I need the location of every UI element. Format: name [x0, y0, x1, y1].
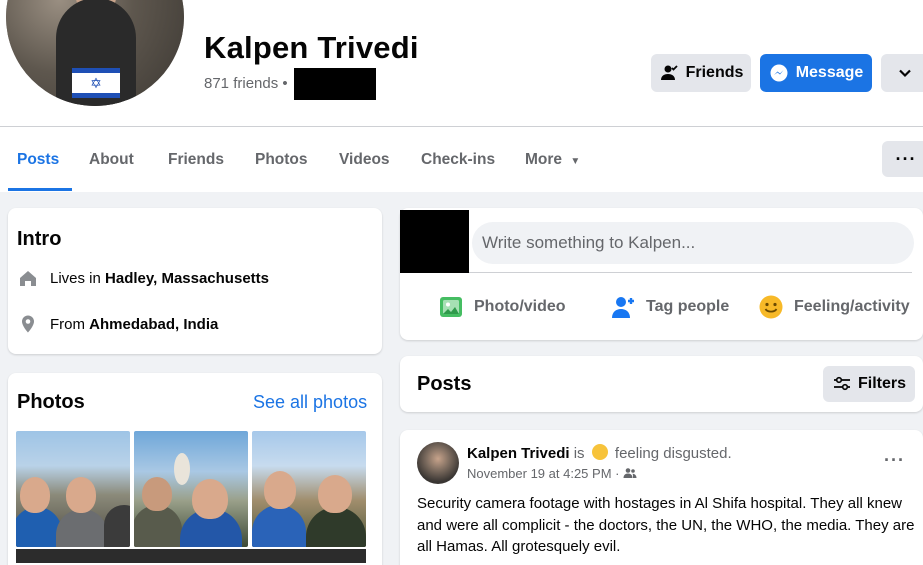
meta-separator: · — [615, 466, 620, 481]
messenger-icon — [769, 63, 789, 83]
tab-friends[interactable]: Friends — [168, 151, 224, 169]
friends-count[interactable]: 871 friends • — [204, 75, 288, 92]
photo-face — [318, 475, 352, 513]
tab-about[interactable]: About — [89, 151, 134, 169]
filters-button[interactable]: Filters — [823, 366, 915, 402]
tag-people-label: Tag people — [646, 298, 730, 315]
friends-button[interactable]: Friends — [651, 54, 751, 92]
tab-posts[interactable]: Posts — [17, 151, 59, 169]
photo-figure — [104, 505, 130, 547]
composer-divider — [412, 272, 912, 273]
posts-header-card: Posts Filters — [400, 356, 923, 412]
chevron-down-icon — [895, 63, 915, 83]
post-meta: November 19 at 4:25 PM · — [467, 466, 637, 481]
friends-button-label: Friends — [685, 64, 744, 81]
redaction-box — [400, 210, 469, 273]
message-button[interactable]: Message — [760, 54, 872, 92]
tab-videos[interactable]: Videos — [339, 151, 390, 169]
post-feeling: feeling disgusted. — [614, 445, 732, 462]
caret-down-icon: ▼ — [570, 156, 581, 167]
friends-audience-icon — [623, 467, 637, 479]
photo-video-label: Photo/video — [474, 298, 566, 315]
post-options-icon[interactable]: ··· — [884, 450, 905, 471]
from-prefix: From — [50, 315, 85, 333]
photo-face — [66, 477, 96, 513]
photo-icon — [438, 294, 464, 320]
separator: • — [282, 75, 288, 92]
post-author-avatar[interactable] — [417, 442, 459, 484]
lives-city[interactable]: Hadley, Massachusetts — [105, 270, 269, 287]
flag-icon: ✡ — [72, 68, 120, 98]
posts-title: Posts — [417, 373, 472, 395]
post-is-text: is — [573, 445, 585, 462]
active-tab-indicator — [8, 188, 72, 191]
photo-figure — [56, 509, 108, 547]
post-timestamp[interactable]: November 19 at 4:25 PM — [467, 466, 612, 481]
tab-more[interactable]: More ▼ — [525, 151, 580, 169]
tab-check-ins[interactable]: Check-ins — [421, 151, 495, 169]
intro-from-text: From Ahmedabad, India — [50, 316, 218, 333]
photo-face — [142, 477, 172, 511]
tabs-more-options-button[interactable]: ··· — [882, 141, 923, 177]
redaction-box — [294, 68, 376, 100]
profile-header: ✡ Kalpen Trivedi 871 friends • Friends M… — [0, 0, 923, 192]
lives-prefix: Lives in — [50, 269, 101, 287]
photo-figure — [306, 507, 366, 547]
feeling-icon — [758, 294, 784, 320]
post-composer: Photo/video Tag people Feeling/activity — [400, 208, 923, 340]
post-header-line: Kalpen Trivedi is feeling disgusted. — [467, 444, 732, 462]
friends-count-text: 871 friends — [204, 75, 279, 92]
tag-people-icon — [610, 294, 636, 320]
see-all-photos-link[interactable]: See all photos — [253, 392, 367, 413]
profile-avatar[interactable]: ✡ — [6, 0, 184, 106]
feeling-activity-button[interactable]: Feeling/activity — [758, 294, 910, 320]
feather-decoration — [174, 453, 190, 485]
home-icon — [18, 268, 38, 288]
intro-lives-text: Lives in Hadley, Massachusetts — [50, 270, 269, 287]
intro-title: Intro — [17, 228, 62, 250]
photo-video-button[interactable]: Photo/video — [438, 294, 566, 320]
photo-face — [192, 479, 228, 519]
intro-lives-in: Lives in Hadley, Massachusetts — [18, 268, 269, 288]
ellipsis-icon: ··· — [895, 148, 917, 169]
friends-check-icon — [659, 63, 679, 83]
post-author-name[interactable]: Kalpen Trivedi — [467, 445, 570, 462]
photo-row-edge — [16, 549, 366, 563]
disgusted-emoji-icon — [591, 444, 608, 460]
photo-figure — [252, 505, 306, 547]
photos-title: Photos — [17, 391, 85, 413]
header-more-button[interactable] — [881, 54, 923, 92]
post-card: Kalpen Trivedi is feeling disgusted. Nov… — [400, 430, 923, 565]
location-pin-icon — [18, 314, 38, 334]
photo-figure — [134, 505, 182, 547]
intro-from: From Ahmedabad, India — [18, 314, 218, 334]
profile-tabs: Posts About Friends Photos Videos Check-… — [0, 127, 923, 191]
filter-sliders-icon — [832, 374, 852, 394]
photo-thumbnail[interactable] — [252, 431, 366, 547]
profile-name: Kalpen Trivedi — [204, 30, 419, 65]
feeling-activity-label: Feeling/activity — [794, 298, 910, 315]
filters-label: Filters — [857, 375, 906, 392]
post-body-text: Security camera footage with hostages in… — [417, 495, 915, 555]
composer-input[interactable] — [472, 222, 914, 264]
message-button-label: Message — [795, 64, 864, 81]
tab-photos[interactable]: Photos — [255, 151, 308, 169]
photo-thumbnail[interactable] — [16, 431, 130, 547]
photo-face — [20, 477, 50, 513]
photo-face — [264, 471, 296, 509]
photos-card: Photos See all photos — [8, 373, 382, 565]
photo-thumbnail[interactable] — [134, 431, 248, 547]
tag-people-button[interactable]: Tag people — [610, 294, 729, 320]
tab-more-label: More — [525, 151, 563, 168]
from-city[interactable]: Ahmedabad, India — [89, 316, 218, 333]
intro-card: Intro Lives in Hadley, Massachusetts Fro… — [8, 208, 382, 354]
